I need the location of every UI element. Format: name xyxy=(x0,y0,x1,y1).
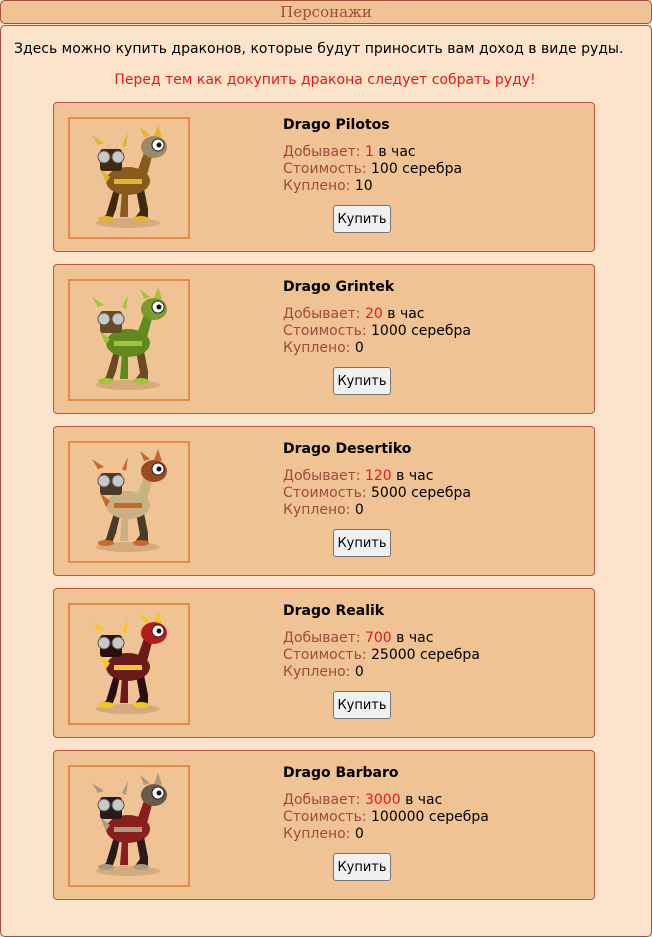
produces-value: 1 xyxy=(364,144,374,160)
dragon-card: Drago Pilotos Добывает: 1 в час Стоимост… xyxy=(53,102,595,252)
page-title: Персонажи xyxy=(0,0,652,24)
buy-button[interactable]: Купить xyxy=(333,205,391,233)
per-hour-label: в час xyxy=(387,306,425,322)
produces-row: Добывает: 700 в час xyxy=(283,630,480,647)
dragon-image xyxy=(68,603,190,725)
produces-value: 120 xyxy=(364,468,392,484)
cost-row: Стоимость: 100000 серебра xyxy=(283,809,489,826)
dragon-image xyxy=(68,441,190,563)
intro-text: Здесь можно купить драконов, которые буд… xyxy=(14,41,624,57)
cost-label: Стоимость: xyxy=(283,323,367,339)
cost-value: 1000 серебра xyxy=(371,323,471,339)
produces-label: Добывает: xyxy=(283,630,361,646)
dragon-image xyxy=(68,117,190,239)
bought-row: Куплено: 0 xyxy=(283,826,489,843)
dragon-stats: Добывает: 1 в час Стоимость: 100 серебра… xyxy=(283,144,462,195)
dragon-image xyxy=(68,765,190,887)
cost-row: Стоимость: 25000 серебра xyxy=(283,647,480,664)
buy-button[interactable]: Купить xyxy=(333,691,391,719)
dragon-card: Drago Realik Добывает: 700 в час Стоимос… xyxy=(53,588,595,738)
bought-label: Куплено: xyxy=(283,340,351,356)
bought-value: 0 xyxy=(354,664,364,680)
bought-row: Куплено: 0 xyxy=(283,502,471,519)
per-hour-label: в час xyxy=(396,630,434,646)
dragon-image xyxy=(68,279,190,401)
bought-value: 10 xyxy=(354,178,373,194)
cost-value: 100000 серебра xyxy=(371,809,489,825)
bought-value: 0 xyxy=(354,826,364,842)
per-hour-label: в час xyxy=(405,792,443,808)
buy-button[interactable]: Купить xyxy=(333,853,391,881)
produces-row: Добывает: 20 в час xyxy=(283,306,471,323)
dragon-name: Drago Pilotos xyxy=(283,117,390,133)
produces-value: 3000 xyxy=(364,792,401,808)
bought-label: Куплено: xyxy=(283,178,351,194)
cost-label: Стоимость: xyxy=(283,809,367,825)
cost-label: Стоимость: xyxy=(283,485,367,501)
dragon-stats: Добывает: 120 в час Стоимость: 5000 сере… xyxy=(283,468,471,519)
produces-label: Добывает: xyxy=(283,144,361,160)
cost-row: Стоимость: 1000 серебра xyxy=(283,323,471,340)
produces-label: Добывает: xyxy=(283,792,361,808)
produces-label: Добывает: xyxy=(283,468,361,484)
dragon-name: Drago Realik xyxy=(283,603,385,619)
dragon-card: Drago Desertiko Добывает: 120 в час Стои… xyxy=(53,426,595,576)
bought-value: 0 xyxy=(354,340,364,356)
dragon-stats: Добывает: 20 в час Стоимость: 1000 сереб… xyxy=(283,306,471,357)
produces-value: 20 xyxy=(364,306,383,322)
cost-row: Стоимость: 5000 серебра xyxy=(283,485,471,502)
produces-row: Добывает: 1 в час xyxy=(283,144,462,161)
bought-label: Куплено: xyxy=(283,664,351,680)
cost-value: 5000 серебра xyxy=(371,485,471,501)
produces-value: 700 xyxy=(364,630,392,646)
bought-row: Куплено: 10 xyxy=(283,178,462,195)
buy-button[interactable]: Купить xyxy=(333,367,391,395)
bought-value: 0 xyxy=(354,502,364,518)
produces-label: Добывает: xyxy=(283,306,361,322)
dragon-stats: Добывает: 3000 в час Стоимость: 100000 с… xyxy=(283,792,489,843)
cost-label: Стоимость: xyxy=(283,647,367,663)
cost-label: Стоимость: xyxy=(283,161,367,177)
dragon-name: Drago Desertiko xyxy=(283,441,412,457)
dragon-card: Drago Grintek Добывает: 20 в час Стоимос… xyxy=(53,264,595,414)
dragon-card: Drago Barbaro Добывает: 3000 в час Стоим… xyxy=(53,750,595,900)
dragon-name: Drago Grintek xyxy=(283,279,395,295)
bought-label: Куплено: xyxy=(283,826,351,842)
produces-row: Добывает: 3000 в час xyxy=(283,792,489,809)
dragon-name: Drago Barbaro xyxy=(283,765,399,781)
per-hour-label: в час xyxy=(396,468,434,484)
characters-page: Персонажи Здесь можно купить драконов, к… xyxy=(0,0,652,937)
bought-row: Куплено: 0 xyxy=(283,340,471,357)
buy-button[interactable]: Купить xyxy=(333,529,391,557)
cost-value: 25000 серебра xyxy=(371,647,480,663)
bought-row: Куплено: 0 xyxy=(283,664,480,681)
cost-row: Стоимость: 100 серебра xyxy=(283,161,462,178)
cost-value: 100 серебра xyxy=(371,161,463,177)
per-hour-label: в час xyxy=(378,144,416,160)
warning-text: Перед тем как докупить дракона следует с… xyxy=(114,72,536,88)
produces-row: Добывает: 120 в час xyxy=(283,468,471,485)
bought-label: Куплено: xyxy=(283,502,351,518)
dragon-stats: Добывает: 700 в час Стоимость: 25000 сер… xyxy=(283,630,480,681)
